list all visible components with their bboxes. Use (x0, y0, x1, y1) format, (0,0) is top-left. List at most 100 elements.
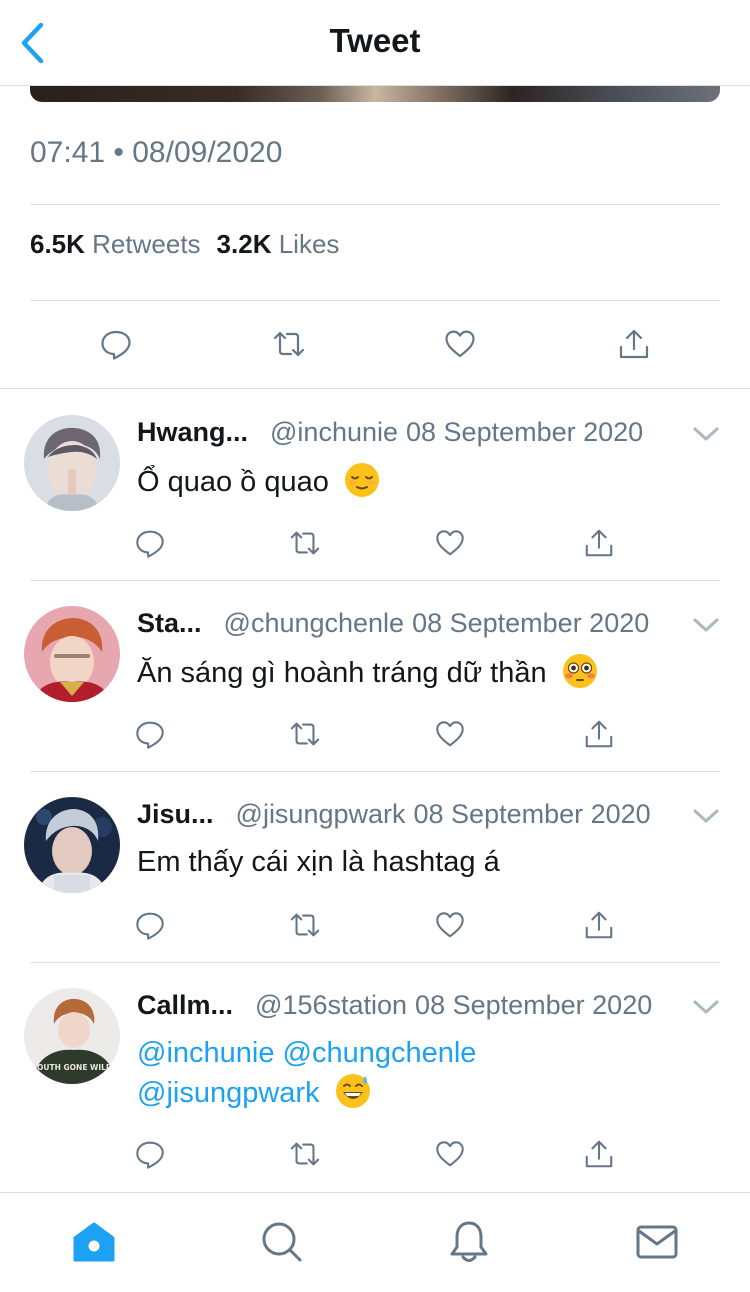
divider (30, 300, 720, 301)
heart-icon (436, 912, 464, 938)
reply-button[interactable] (130, 1134, 170, 1174)
reply-item[interactable]: Sta... @chungchenle 08 September 2020 Ăn s… (0, 580, 750, 770)
reply-date: 08 September 2020 (413, 799, 651, 829)
retweets-label: Retweets (92, 229, 201, 259)
tweet-media-image[interactable] (30, 86, 720, 102)
share-icon (585, 911, 613, 939)
reply-header: Jisu... @jisungpwark 08 September 2020 (137, 799, 651, 830)
heart-icon (436, 1141, 464, 1167)
mention-link[interactable]: @inchunie (137, 1037, 274, 1069)
reply-author-name[interactable]: Hwang... (137, 417, 248, 447)
home-icon (73, 1222, 115, 1262)
retweet-button[interactable] (285, 905, 325, 945)
retweet-icon (290, 531, 320, 555)
top-nav-bar: Tweet (0, 0, 750, 86)
heart-icon (436, 721, 464, 747)
retweet-button[interactable] (285, 523, 325, 563)
reply-icon (136, 530, 164, 558)
reply-button[interactable] (96, 324, 136, 364)
reply-button[interactable] (130, 523, 170, 563)
reply-item[interactable]: Hwang... @inchunie 08 September 2020 Ổ qua… (0, 389, 750, 579)
relieved-face-emoji (344, 463, 379, 497)
reply-author-handle[interactable]: @156station (255, 990, 407, 1020)
reply-icon (101, 330, 131, 360)
reply-text: @inchunie @chungchenle @jisungpwark (137, 1034, 717, 1112)
mention-link[interactable]: @chungchenle (283, 1037, 477, 1069)
reply-header: Sta... @chungchenle 08 September 2020 (137, 608, 649, 639)
reply-icon (136, 1141, 164, 1169)
share-icon (585, 529, 613, 557)
reply-button[interactable] (130, 714, 170, 754)
search-icon (262, 1222, 302, 1262)
mention-link[interactable]: @jisungpwark (137, 1077, 320, 1109)
reply-item[interactable]: Jisu... @jisungpwark 08 September 2020 Em … (0, 771, 750, 961)
like-button[interactable] (430, 714, 470, 754)
reply-author-handle[interactable]: @jisungpwark (236, 799, 406, 829)
reply-date: 08 September 2020 (415, 990, 653, 1020)
reply-author-name[interactable]: Callm... (137, 990, 233, 1020)
retweet-button[interactable] (285, 714, 325, 754)
reply-text-content: Ăn sáng gì hoành tráng dữ thần (137, 657, 547, 689)
reply-actions (130, 1134, 630, 1174)
reply-text: Em thấy cái xịn là hashtag á (137, 843, 717, 881)
envelope-icon (636, 1225, 678, 1259)
reply-author-name[interactable]: Jisu... (137, 799, 214, 829)
retweet-icon (290, 722, 320, 746)
reply-author-name[interactable]: Sta... (137, 608, 202, 638)
page-title: Tweet (329, 22, 421, 59)
share-button[interactable] (579, 1134, 619, 1174)
reply-actions (130, 523, 630, 563)
like-button[interactable] (430, 905, 470, 945)
flushed-face-emoji (562, 654, 597, 688)
chevron-down-icon[interactable] (692, 616, 720, 636)
avatar[interactable] (24, 606, 120, 702)
reply-author-handle[interactable]: @chungchenle (224, 608, 405, 638)
tab-home[interactable] (69, 1217, 119, 1267)
retweet-button[interactable] (269, 324, 309, 364)
avatar-shirt-text: YOUTH GONE WILD (31, 1063, 112, 1072)
reply-icon (136, 721, 164, 749)
reply-text: Ăn sáng gì hoành tráng dữ thần (137, 652, 717, 692)
share-icon (585, 720, 613, 748)
retweet-icon (290, 1142, 320, 1166)
retweet-button[interactable] (285, 1134, 325, 1174)
bell-icon (450, 1221, 488, 1262)
reply-header: Callm... @156station 08 September 2020 (137, 990, 652, 1021)
tweet-actions (30, 324, 720, 364)
reply-text-content: Em thấy cái xịn là hashtag á (137, 846, 500, 878)
chevron-down-icon[interactable] (692, 807, 720, 827)
avatar[interactable] (24, 415, 120, 511)
tab-notifications[interactable] (444, 1217, 494, 1267)
grinning-sweat-face-emoji (335, 1074, 370, 1108)
avatar[interactable]: YOUTH GONE WILD (24, 988, 120, 1084)
heart-icon (445, 330, 475, 358)
retweets-count: 6.5K (30, 229, 85, 259)
bottom-tab-bar (0, 1192, 750, 1292)
share-button[interactable] (614, 324, 654, 364)
like-button[interactable] (430, 523, 470, 563)
likes-stat[interactable]: 3.2K Likes (217, 229, 340, 259)
chevron-down-icon[interactable] (692, 998, 720, 1018)
retweet-icon (290, 913, 320, 937)
share-icon (585, 1140, 613, 1168)
reply-icon (136, 912, 164, 940)
reply-date: 08 September 2020 (412, 608, 650, 638)
tab-search[interactable] (257, 1217, 307, 1267)
share-button[interactable] (579, 905, 619, 945)
reply-actions (130, 905, 630, 945)
chevron-down-icon[interactable] (692, 425, 720, 445)
reply-actions (130, 714, 630, 754)
share-button[interactable] (579, 523, 619, 563)
tab-messages[interactable] (632, 1217, 682, 1267)
like-button[interactable] (440, 324, 480, 364)
retweets-stat[interactable]: 6.5K Retweets (30, 229, 201, 259)
reply-item[interactable]: YOUTH GONE WILD Callm... @156station 08 Se… (0, 962, 750, 1192)
share-button[interactable] (579, 714, 619, 754)
avatar[interactable] (24, 797, 120, 893)
likes-count: 3.2K (216, 229, 272, 259)
share-icon (619, 329, 649, 359)
reply-header: Hwang... @inchunie 08 September 2020 (137, 417, 643, 448)
reply-author-handle[interactable]: @inchunie (270, 417, 398, 447)
like-button[interactable] (430, 1134, 470, 1174)
reply-button[interactable] (130, 905, 170, 945)
